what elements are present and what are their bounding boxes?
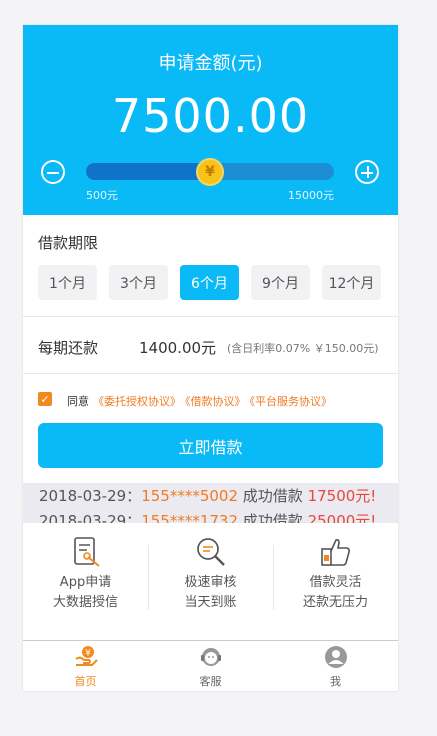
tab-customer-service[interactable]: 客服 — [148, 641, 273, 691]
term-options: 1个月 3个月 6个月 9个月 12个月 — [38, 265, 381, 300]
ticker-line: 2018-03-29：155****1732 成功借款 25000元! — [39, 510, 376, 523]
loan-app-screen: 申请金额(元) 7500.00 ¥ 500元 15000元 借款期限 1个月 3… — [23, 25, 398, 691]
amount-title: 申请金额(元) — [158, 53, 263, 74]
term-option-1[interactable]: 1个月 — [38, 265, 97, 300]
ticker-date: 2018-03-29： — [39, 487, 142, 505]
thumbs-up-icon — [320, 539, 350, 566]
ticker-amount: 25000元! — [307, 512, 377, 523]
feature-flexible: 借款灵活 还款无压力 — [273, 525, 398, 640]
feature-title: 借款灵活 — [309, 575, 362, 590]
tab-me[interactable]: 我 — [273, 641, 398, 691]
app-document-icon — [73, 537, 100, 567]
agreement-checkbox[interactable]: ✓ — [38, 392, 52, 406]
agreement-text: 同意 《委托授权协议》 《借款协议》 《平台服务协议》 — [67, 393, 332, 409]
repayment-label: 每期还款 — [38, 339, 99, 357]
ticker-amount: 17500元! — [307, 487, 377, 505]
feature-subtitle: 大数据授信 — [52, 595, 118, 610]
divider — [23, 373, 398, 374]
ticker-phone: 155****1732 — [141, 512, 238, 523]
checkmark-icon: ✓ — [40, 392, 50, 406]
tab-label: 我 — [330, 675, 341, 688]
ticker-text: 成功借款 — [242, 512, 303, 523]
feature-title: App申请 — [59, 575, 112, 590]
ticker-text: 成功借款 — [242, 487, 303, 505]
slider-fill — [86, 163, 210, 180]
link-loan-agreement[interactable]: 《借款协议》 — [185, 395, 246, 408]
feature-app-apply: App申请 大数据授信 — [23, 525, 148, 640]
slider-min-label: 500元 — [86, 189, 118, 202]
term-option-12[interactable]: 12个月 — [322, 265, 381, 300]
slider-max-label: 15000元 — [288, 189, 334, 202]
agreement-prefix: 同意 — [67, 395, 89, 408]
term-option-6[interactable]: 6个月 — [180, 265, 239, 300]
link-authorization-agreement[interactable]: 《委托授权协议》 — [93, 395, 181, 408]
home-yuan-icon: ¥ — [74, 646, 98, 666]
loan-ticker: 2018-03-29：155****5002 成功借款 17500元! 2018… — [23, 483, 398, 523]
tab-label: 首页 — [74, 675, 97, 688]
ticker-line: 2018-03-29：155****5002 成功借款 17500元! — [39, 485, 376, 506]
link-platform-service-agreement[interactable]: 《平台服务协议》 — [250, 395, 333, 408]
bottom-tab-bar: ¥ 首页 客服 我 — [23, 640, 398, 691]
ticker-phone: 155****5002 — [141, 487, 238, 505]
borrow-now-button[interactable]: 立即借款 — [38, 423, 383, 468]
magnifier-review-icon — [196, 538, 225, 566]
ticker-date: 2018-03-29： — [39, 512, 142, 523]
loan-amount: 7500.00 — [111, 89, 310, 143]
feature-title: 极速审核 — [184, 575, 237, 590]
customer-service-icon — [200, 648, 221, 666]
plus-circle-icon[interactable] — [355, 160, 379, 184]
tab-home[interactable]: ¥ 首页 — [23, 641, 148, 691]
minus-circle-icon[interactable] — [41, 160, 65, 184]
feature-fast-review: 极速审核 当天到账 — [148, 525, 273, 640]
divider — [23, 316, 398, 317]
feature-subtitle: 还款无压力 — [302, 595, 368, 610]
term-option-9[interactable]: 9个月 — [251, 265, 310, 300]
slider-knob-yuan-icon[interactable]: ¥ — [196, 158, 224, 186]
term-label: 借款期限 — [38, 234, 99, 252]
feature-strip: App申请 大数据授信 极速审核 当天到账 借款灵活 还款无压力 — [23, 525, 398, 640]
svg-text:¥: ¥ — [85, 649, 91, 659]
tab-label: 客服 — [199, 675, 222, 688]
term-option-3[interactable]: 3个月 — [109, 265, 168, 300]
user-profile-icon — [324, 646, 347, 668]
repayment-value: 1400.00元 — [139, 339, 217, 357]
repayment-note: (含日利率0.07% ￥150.00元) — [227, 342, 379, 355]
amount-panel: 申请金额(元) 7500.00 ¥ 500元 15000元 — [23, 25, 398, 215]
feature-subtitle: 当天到账 — [184, 595, 237, 610]
